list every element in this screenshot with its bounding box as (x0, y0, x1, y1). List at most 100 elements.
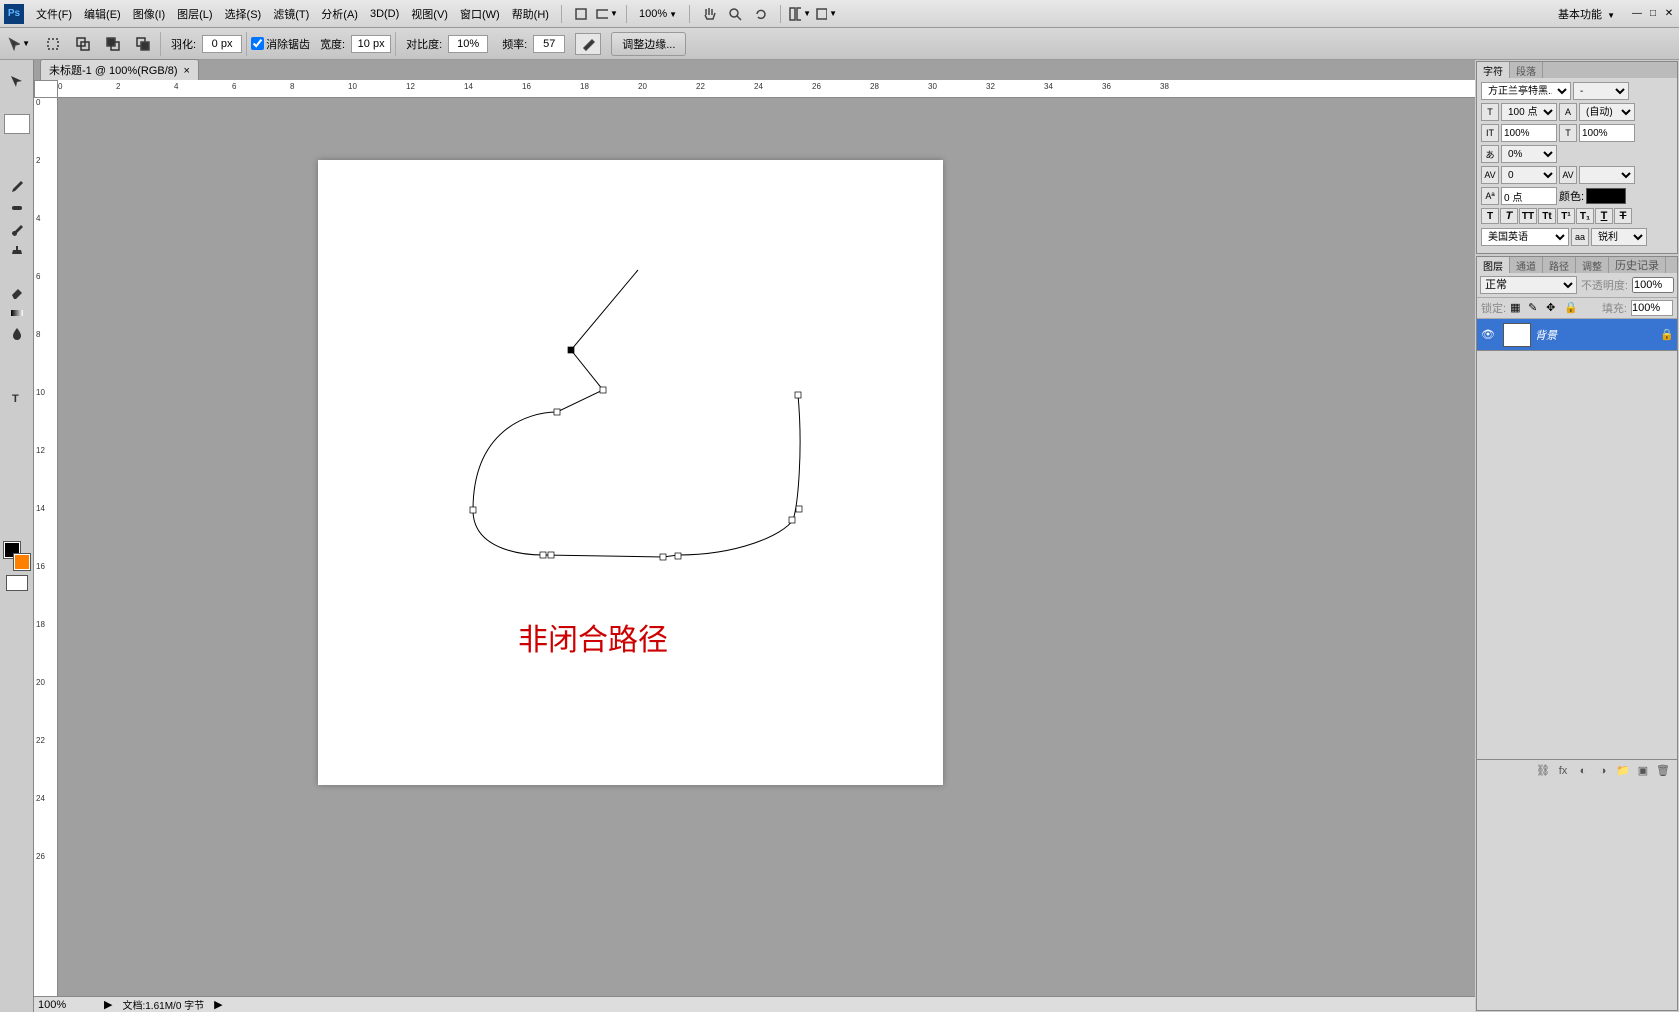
menu-window[interactable]: 窗口(W) (454, 4, 506, 24)
background-color[interactable] (14, 554, 30, 570)
magic-wand-tool[interactable] (4, 135, 30, 155)
menu-layer[interactable]: 图层(L) (171, 4, 218, 24)
blend-mode-select[interactable]: 正常 (1480, 276, 1577, 294)
horizontal-ruler[interactable]: 02468101214161820222426283032343638 (58, 80, 1475, 98)
tracking-select[interactable]: 0 (1501, 166, 1557, 184)
font-style-select[interactable]: - (1573, 82, 1629, 100)
allcaps-button[interactable]: TT (1519, 208, 1537, 224)
vscale-input[interactable] (1501, 124, 1557, 142)
rotate-view-icon[interactable] (750, 5, 772, 23)
path-selection-tool[interactable] (4, 408, 30, 428)
menu-select[interactable]: 选择(S) (219, 4, 268, 24)
baseline-input[interactable] (1501, 187, 1557, 205)
selection-new-icon[interactable] (42, 35, 64, 53)
menu-analysis[interactable]: 分析(A) (315, 4, 364, 24)
menu-edit[interactable]: 编辑(E) (78, 4, 127, 24)
contrast-input[interactable] (448, 35, 488, 53)
launch-bridge-icon[interactable] (570, 5, 592, 23)
tab-adjustments[interactable]: 调整 (1576, 257, 1609, 273)
menu-3d[interactable]: 3D(D) (364, 6, 405, 22)
document-tab[interactable]: 未标题-1 @ 100%(RGB/8)× (40, 59, 199, 80)
canvas-viewport[interactable]: 非闭合路径 (58, 98, 1475, 996)
antialias-select[interactable]: 锐利 (1591, 228, 1647, 246)
lock-brush-icon[interactable]: ✎ (1528, 301, 1542, 315)
tab-history[interactable]: 历史记录 (1609, 257, 1666, 273)
italic-button[interactable]: T (1500, 208, 1518, 224)
brush-tool[interactable] (4, 219, 30, 239)
screen-mode-icon[interactable]: ▼ (596, 5, 618, 23)
layer-thumbnail[interactable] (1503, 323, 1531, 347)
ruler-origin[interactable] (34, 80, 58, 98)
frequency-input[interactable] (533, 35, 565, 53)
healing-brush-tool[interactable] (4, 198, 30, 218)
menu-filter[interactable]: 滤镜(T) (267, 4, 315, 24)
refine-edge-button[interactable]: 调整边缘... (611, 32, 686, 56)
menu-view[interactable]: 视图(V) (405, 4, 454, 24)
move-tool[interactable] (4, 72, 30, 92)
vertical-ruler[interactable]: 02468101214161820222426 (34, 98, 58, 996)
adjustment-layer-icon[interactable]: ◑ (1595, 764, 1611, 778)
clone-stamp-tool[interactable] (4, 240, 30, 260)
history-brush-tool[interactable] (4, 261, 30, 281)
strike-button[interactable]: T (1614, 208, 1632, 224)
selection-add-icon[interactable] (72, 35, 94, 53)
zoom-tool-box[interactable] (4, 513, 30, 533)
close-button[interactable]: ✕ (1663, 8, 1675, 20)
text-color-swatch[interactable] (1586, 188, 1626, 204)
subscript-button[interactable]: T₁ (1576, 208, 1594, 224)
tool-preset-icon[interactable]: ▼ (8, 35, 30, 53)
font-size-select[interactable]: 100 点 (1501, 103, 1557, 121)
zoom-tool-icon[interactable] (724, 5, 746, 23)
3d-tool[interactable] (4, 450, 30, 470)
antialias-checkbox[interactable]: 消除锯齿 (251, 36, 310, 52)
layer-mask-icon[interactable]: ◐ (1575, 764, 1591, 778)
link-layers-icon[interactable]: ⛓ (1535, 764, 1551, 778)
layer-style-icon[interactable]: fx (1555, 764, 1571, 778)
dodge-tool[interactable] (4, 345, 30, 365)
fill-input[interactable] (1631, 300, 1673, 316)
status-doc-info-icon[interactable]: ▶ (104, 998, 112, 1011)
3d-camera-tool[interactable] (4, 471, 30, 491)
canvas[interactable]: 非闭合路径 (318, 160, 943, 785)
tab-channels[interactable]: 通道 (1510, 257, 1543, 273)
pen-tool[interactable] (4, 366, 30, 386)
marquee-tool[interactable] (4, 93, 30, 113)
minimize-button[interactable]: — (1631, 8, 1643, 20)
superscript-button[interactable]: T¹ (1557, 208, 1575, 224)
menu-image[interactable]: 图像(I) (127, 4, 171, 24)
eyedropper-tool[interactable] (4, 177, 30, 197)
stylus-pressure-icon[interactable] (575, 33, 601, 55)
blur-tool[interactable] (4, 324, 30, 344)
lock-position-icon[interactable]: ✥ (1546, 301, 1560, 315)
layer-name[interactable]: 背景 (1535, 327, 1657, 343)
selection-subtract-icon[interactable] (102, 35, 124, 53)
tab-paragraph[interactable]: 段落 (1510, 62, 1543, 78)
aspect-select[interactable]: 0% (1501, 145, 1557, 163)
hand-tool-icon[interactable] (698, 5, 720, 23)
hand-tool-box[interactable] (4, 492, 30, 512)
menu-help[interactable]: 帮助(H) (506, 4, 555, 24)
tab-character[interactable]: 字符 (1477, 62, 1510, 78)
new-layer-icon[interactable]: ▣ (1635, 764, 1651, 778)
language-select[interactable]: 美国英语 (1481, 228, 1569, 246)
font-family-select[interactable]: 方正兰亭特黑... (1481, 82, 1571, 100)
menu-file[interactable]: 文件(F) (30, 4, 78, 24)
eraser-tool[interactable] (4, 282, 30, 302)
maximize-button[interactable]: □ (1647, 8, 1659, 20)
smallcaps-button[interactable]: Tt (1538, 208, 1556, 224)
kerning-select[interactable] (1579, 166, 1635, 184)
visibility-icon[interactable]: 👁 (1477, 328, 1499, 341)
lock-all-icon[interactable]: 🔒 (1564, 301, 1578, 315)
close-tab-icon[interactable]: × (184, 65, 190, 77)
leading-select[interactable]: (自动) (1579, 103, 1635, 121)
hscale-input[interactable] (1579, 124, 1635, 142)
gradient-tool[interactable] (4, 303, 30, 323)
color-swatches[interactable] (4, 542, 30, 570)
lock-pixels-icon[interactable]: ▦ (1510, 301, 1524, 315)
type-tool[interactable]: T (4, 387, 30, 407)
lasso-tool[interactable] (4, 114, 30, 134)
zoom-display[interactable]: 100%▼ (633, 8, 683, 20)
arrange-docs-icon[interactable]: ▼ (789, 5, 811, 23)
underline-button[interactable]: T (1595, 208, 1613, 224)
delete-layer-icon[interactable]: 🗑 (1655, 764, 1671, 778)
